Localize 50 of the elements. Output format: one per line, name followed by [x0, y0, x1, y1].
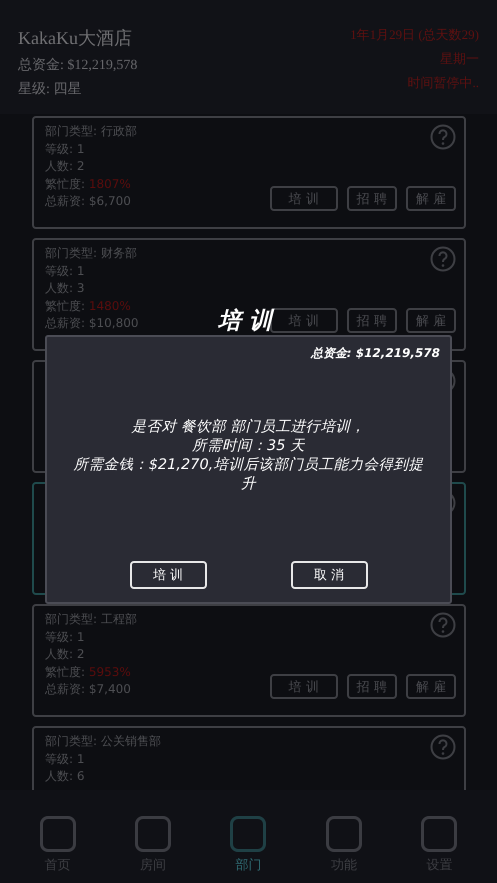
- total-salary: 总薪资: $7,400: [45, 681, 131, 698]
- busy-rate: 繁忙度: 1480%: [45, 298, 131, 314]
- square-icon: [326, 816, 362, 852]
- hire-button[interactable]: 招 聘: [346, 186, 397, 211]
- busy-rate: 繁忙度: 1807%: [45, 176, 131, 192]
- department-card[interactable]: 部门类型: 行政部 等级: 1 人数: 2 繁忙度: 1807% 总薪资: $6,700 培 训 招 聘 解 雇: [32, 116, 466, 229]
- fire-button[interactable]: 解 雇: [406, 186, 456, 211]
- dialog-message-line: 所需金钱：$21,270,培训后该部门员工能力会得到提升: [72, 456, 424, 494]
- train-button[interactable]: 培 训: [270, 674, 338, 699]
- confirm-button[interactable]: 培 训: [130, 561, 206, 589]
- staff-count: 人数: 2: [45, 158, 84, 175]
- hire-button[interactable]: 招 聘: [346, 308, 397, 333]
- square-icon: [135, 816, 172, 852]
- total-salary: 总薪资: $10,800: [45, 315, 138, 332]
- weekday: 星期一: [440, 50, 479, 68]
- fire-button[interactable]: 解 雇: [406, 308, 456, 333]
- help-icon[interactable]: [430, 734, 456, 760]
- department-level: 等级: 1: [45, 750, 84, 768]
- hotel-grade: 星级: 四星: [18, 80, 82, 98]
- time-status: 时间暂停中..: [408, 74, 479, 92]
- staff-count: 人数: 6: [45, 768, 84, 785]
- department-type: 部门类型: 行政部: [45, 123, 137, 140]
- department-level: 等级: 1: [45, 262, 84, 280]
- staff-count: 人数: 3: [45, 280, 84, 297]
- hotel-name: KakaKu大酒店: [18, 27, 133, 50]
- department-type: 部门类型: 公关销售部: [45, 733, 161, 750]
- total-salary: 总薪资: $6,700: [45, 193, 131, 210]
- department-type: 部门类型: 工程部: [45, 611, 137, 628]
- help-icon[interactable]: [430, 612, 456, 638]
- dialog-message-line: 所需时间：35 天: [192, 437, 306, 456]
- dialog-title: 培 训: [218, 307, 272, 336]
- square-icon: [230, 816, 266, 852]
- staff-count: 人数: 2: [45, 646, 84, 663]
- department-type: 部门类型: 财务部: [45, 245, 137, 262]
- total-funds: 总资金: $12,219,578: [18, 56, 138, 74]
- dialog-message-line: 是否对 餐饮部 部门员工进行培训，: [131, 418, 366, 437]
- square-icon: [421, 816, 458, 852]
- department-level: 等级: 1: [45, 628, 84, 646]
- game-date: 1年1月29日 (总天数29): [350, 26, 479, 44]
- train-button[interactable]: 培 训: [270, 186, 338, 211]
- hire-button[interactable]: 招 聘: [346, 674, 397, 699]
- help-icon[interactable]: [430, 246, 456, 272]
- fire-button[interactable]: 解 雇: [406, 674, 456, 699]
- busy-rate: 繁忙度: 5953%: [45, 664, 131, 680]
- department-card[interactable]: 部门类型: 工程部 等级: 1 人数: 2 繁忙度: 5953% 总薪资: $7,400 培 训 招 聘 解 雇: [32, 604, 466, 717]
- cancel-button[interactable]: 取 消: [290, 561, 368, 589]
- help-icon[interactable]: [430, 124, 456, 150]
- square-icon: [40, 816, 76, 852]
- nav-tab[interactable]: 部门: [230, 790, 266, 883]
- department-level: 等级: 1: [45, 140, 84, 158]
